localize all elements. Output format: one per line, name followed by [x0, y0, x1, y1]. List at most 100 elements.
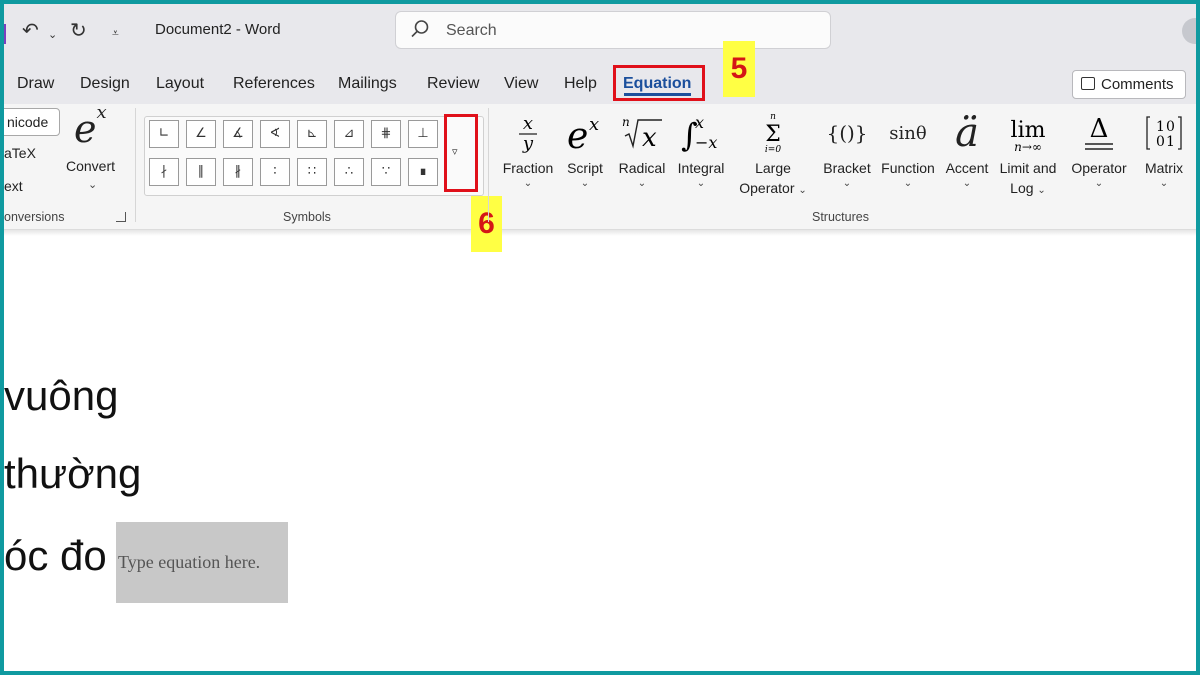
comments-button[interactable]: Comments: [1072, 70, 1186, 99]
integral-label: Integral: [677, 160, 725, 176]
symbol-parallel[interactable]: ∥: [186, 158, 216, 186]
radical-label: Radical: [618, 160, 666, 176]
symbol-does-not-divide[interactable]: ∤: [149, 158, 179, 186]
svg-text:n→∞: n→∞: [1014, 140, 1042, 154]
svg-text:x: x: [523, 113, 533, 134]
unicode-label: nicode: [7, 114, 49, 130]
svg-text:0: 0: [1166, 119, 1175, 135]
latex-option[interactable]: aTeX: [4, 145, 36, 161]
symbol-spherical-angle[interactable]: ∢: [260, 120, 290, 148]
svg-text:1: 1: [1166, 134, 1175, 150]
unicode-button[interactable]: nicode: [4, 108, 60, 136]
search-placeholder: Search: [446, 22, 497, 39]
highlight-more-button: [444, 114, 478, 192]
tab-design[interactable]: Design: [80, 75, 130, 93]
symbols-group-label: Symbols: [283, 210, 331, 224]
large-operator-icon: n Σi=0: [732, 108, 814, 158]
accent-dropdown-icon: ⌄: [962, 178, 972, 189]
avatar[interactable]: [1182, 18, 1196, 44]
symbol-perpendicular[interactable]: ⊥: [408, 120, 438, 148]
group-separator: [135, 108, 136, 222]
svg-text:x: x: [589, 114, 599, 135]
redo-icon[interactable]: ↻: [70, 18, 87, 44]
operator-button[interactable]: Δ Operator ⌄: [1066, 108, 1132, 190]
large-operator-label-2-text: Operator: [739, 180, 795, 196]
radical-button[interactable]: nx Radical ⌄: [614, 108, 670, 190]
integral-icon: ∫ x −x: [672, 108, 730, 158]
limit-log-label-2-text: Log: [1010, 180, 1034, 196]
fraction-icon: xy: [498, 108, 558, 158]
integral-button[interactable]: ∫ x −x Integral ⌄: [672, 108, 730, 190]
accent-button[interactable]: ä Accent ⌄: [942, 108, 992, 190]
customize-toolbar-icon[interactable]: ⩡: [112, 20, 119, 46]
function-label: Function: [881, 160, 935, 176]
large-operator-label: Large: [755, 160, 791, 176]
script-label: Script: [567, 160, 603, 176]
convert-button[interactable]: Convert: [66, 158, 115, 174]
tab-help[interactable]: Help: [564, 75, 597, 93]
limit-icon: lim n→∞: [996, 108, 1060, 158]
symbol-right-angle-arc[interactable]: ⊾: [297, 120, 327, 148]
svg-text:1: 1: [1156, 119, 1165, 135]
symbol-not-parallel[interactable]: ∦: [223, 158, 253, 186]
symbol-proportion[interactable]: ∷: [297, 158, 327, 186]
bracket-label: Bracket: [823, 160, 871, 176]
equation-placeholder-text: Type equation here.: [118, 552, 261, 572]
tab-layout[interactable]: Layout: [156, 75, 204, 93]
function-button[interactable]: sinθ Function ⌄: [876, 108, 940, 190]
script-icon: ex: [560, 108, 610, 158]
svg-text:0: 0: [1156, 134, 1165, 150]
comments-label: Comments: [1101, 76, 1174, 93]
large-operator-label-2: Operator ⌄: [732, 178, 814, 198]
svg-text:n: n: [770, 112, 776, 122]
bracket-button[interactable]: {()} Bracket ⌄: [816, 108, 878, 190]
radical-dropdown-icon: ⌄: [637, 178, 647, 189]
accent-label: Accent: [945, 160, 989, 176]
matrix-label: Matrix: [1144, 160, 1184, 176]
symbol-ratio[interactable]: ∶: [260, 158, 290, 186]
symbol-therefore[interactable]: ∴: [334, 158, 364, 186]
operator-icon: Δ: [1066, 108, 1132, 158]
search-box[interactable]: Search: [395, 11, 831, 49]
symbol-measured-angle[interactable]: ∡: [223, 120, 253, 148]
large-operator-button[interactable]: n Σi=0 Large Operator ⌄: [732, 108, 814, 198]
convert-icon[interactable]: ex: [74, 102, 107, 151]
fraction-button[interactable]: xy Fraction ⌄: [498, 108, 558, 190]
dialog-launcher-icon[interactable]: [116, 212, 126, 222]
symbol-right-angle[interactable]: ∟: [149, 120, 179, 148]
text-option[interactable]: ext: [4, 178, 23, 194]
tab-review[interactable]: Review: [427, 75, 479, 93]
bracket-icon: {()}: [826, 121, 868, 145]
comment-icon: [1081, 77, 1095, 90]
matrix-button[interactable]: 1001 Matrix ⌄: [1138, 108, 1190, 190]
svg-text:−x: −x: [695, 133, 717, 152]
tab-mailings[interactable]: Mailings: [338, 75, 397, 93]
svg-text:Σ: Σ: [765, 122, 781, 147]
undo-icon[interactable]: ↶: [22, 18, 39, 44]
tab-draw[interactable]: Draw: [17, 75, 54, 93]
svg-text:i=0: i=0: [765, 145, 781, 155]
step-5-tag: 5: [723, 41, 755, 97]
script-button[interactable]: ex Script ⌄: [560, 108, 610, 190]
tab-view[interactable]: View: [504, 75, 538, 93]
function-icon: sinθ: [889, 122, 927, 144]
svg-text:e: e: [567, 116, 588, 154]
script-dropdown-icon: ⌄: [580, 178, 590, 189]
operator-label: Operator: [1071, 160, 1127, 176]
matrix-icon: 1001: [1138, 108, 1190, 158]
limit-log-label: Limit and: [999, 160, 1057, 176]
limit-log-button[interactable]: lim n→∞ Limit and Log ⌄: [996, 108, 1060, 198]
symbol-angle[interactable]: ∠: [186, 120, 216, 148]
convert-dropdown-icon[interactable]: ⌄: [88, 178, 97, 191]
equation-placeholder-box[interactable]: Type equation here.: [116, 522, 288, 603]
symbol-right-triangle[interactable]: ⊿: [334, 120, 364, 148]
tab-references[interactable]: References: [233, 75, 315, 93]
symbol-because[interactable]: ∵: [371, 158, 401, 186]
app-accent: [4, 24, 6, 44]
search-icon: [411, 20, 429, 38]
symbol-end-of-proof[interactable]: ∎: [408, 158, 438, 186]
word-window: ↶ ⌄ ↻ ⩡ Document2 - Word Search Draw Des…: [4, 4, 1196, 671]
undo-dropdown-icon[interactable]: ⌄: [48, 22, 57, 48]
document-line: óc đo: [4, 532, 107, 579]
symbol-equal-parallel[interactable]: ⋕: [371, 120, 401, 148]
